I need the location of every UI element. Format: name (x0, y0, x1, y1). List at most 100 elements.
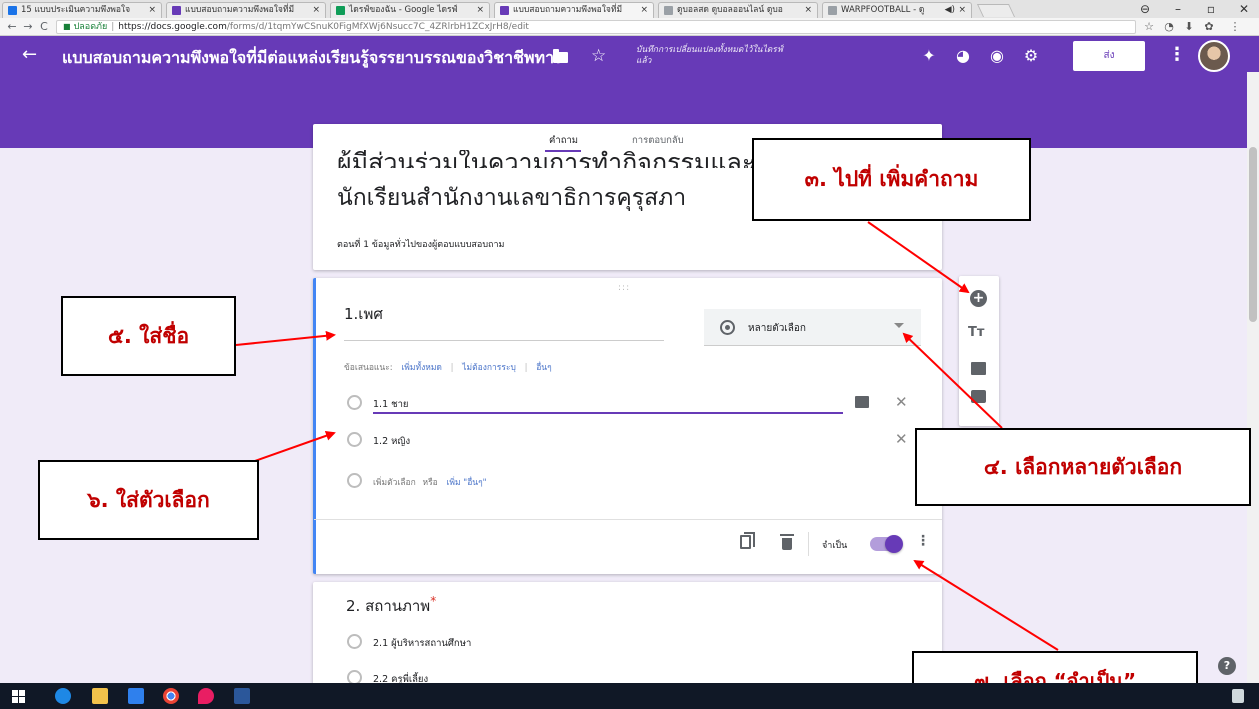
avatar[interactable] (1198, 40, 1230, 72)
page-scrollbar[interactable] (1247, 72, 1259, 683)
close-icon[interactable]: × (148, 3, 156, 18)
suggest-separator: | (450, 363, 454, 373)
close-window-button[interactable]: ✕ (1229, 0, 1259, 18)
maximize-button[interactable]: ▫ (1196, 0, 1226, 18)
windows-start-icon[interactable] (12, 690, 25, 703)
suggest-prefer-not-link[interactable]: ไม่ต้องการระบุ (462, 363, 516, 373)
remove-option-icon[interactable]: ✕ (895, 432, 908, 447)
star-icon[interactable]: ☆ (591, 46, 606, 66)
suggest-other-link[interactable]: อื่นๆ (536, 363, 551, 373)
chevron-down-icon (894, 323, 904, 328)
notification-icon[interactable] (1232, 689, 1244, 703)
addons-icon[interactable]: ✦ (918, 46, 940, 66)
forward-icon[interactable]: → (20, 18, 36, 36)
add-other-link[interactable]: เพิ่ม "อื่นๆ" (446, 478, 486, 488)
question-2-title[interactable]: 2. สถานภาพ* (346, 594, 436, 618)
suggestions-row: ข้อเสนอแนะ: เพิ่มทั้งหมด | ไม่ต้องการระบ… (344, 360, 552, 374)
edge-icon[interactable] (55, 688, 71, 704)
preview-eye-icon[interactable]: ◉ (986, 46, 1008, 66)
tab-responses[interactable]: การตอบกลับ (632, 133, 684, 148)
profile-icon[interactable]: ⊖ (1130, 0, 1160, 18)
drag-handle-icon[interactable]: ::: (618, 283, 630, 293)
more-options-icon[interactable]: ⋮ (1168, 45, 1186, 65)
minimize-button[interactable]: – (1163, 0, 1193, 18)
image-icon[interactable] (855, 396, 869, 408)
url-separator: | (111, 22, 115, 32)
add-question-icon[interactable]: + (970, 290, 987, 307)
add-image-icon[interactable] (971, 362, 986, 375)
maps-pin-icon[interactable] (198, 688, 214, 704)
bookmark-star-icon[interactable]: ☆ (1140, 18, 1158, 36)
address-bar: ← → C ■ ปลอดภัย | https://docs.google.com/f… (0, 18, 1259, 36)
tab-questions[interactable]: คำถาม (549, 133, 578, 148)
add-video-icon[interactable] (971, 390, 986, 403)
close-icon[interactable]: × (640, 3, 648, 18)
callout-step6: ๖. ใส่ตัวเลือก (38, 460, 259, 540)
option-input-2[interactable]: 1.2 หญิง (373, 434, 410, 449)
browser-tab-6[interactable]: WARPFOOTBALL - ดู ◀) × (822, 2, 972, 18)
browser-tab-5[interactable]: ดูบอลสด ดูบอลออนไลน์ ดูบอ × (658, 2, 818, 18)
duplicate-icon[interactable] (740, 532, 755, 549)
section-description[interactable]: ตอนที่ 1 ข้อมูลทั่วไปของผู้ตอบแบบสอบถาม (337, 237, 504, 251)
question-title-underline (344, 340, 664, 341)
tab-label: แบบสอบถามความพึงพอใจที่มี (185, 5, 295, 15)
callout-step3: ๓. ไปที่ เพิ่มคำถาม (752, 138, 1031, 221)
browser-menu-icon[interactable]: ⋮ (1226, 18, 1244, 36)
mute-icon[interactable]: ◀) (945, 3, 955, 18)
settings-gear-icon[interactable]: ⚙ (1020, 46, 1042, 66)
suggestions-label: ข้อเสนอแนะ: (344, 363, 393, 373)
browser-tab-3[interactable]: ไดรฟ์ของฉัน - Google ไดรฟ์ × (330, 2, 490, 18)
drive-icon (336, 6, 345, 15)
required-asterisk: * (430, 594, 437, 608)
help-icon[interactable]: ? (1218, 657, 1236, 675)
add-option-link[interactable]: เพิ่มตัวเลือก (373, 478, 416, 488)
suggest-add-all-link[interactable]: เพิ่มทั้งหมด (401, 363, 442, 373)
footer-divider (808, 532, 809, 556)
remove-option-icon[interactable]: ✕ (895, 395, 908, 410)
new-tab-button[interactable] (976, 4, 1016, 17)
extension-icon[interactable]: ◔ (1160, 18, 1178, 36)
url-input[interactable]: ■ ปลอดภัย | https://docs.google.com/forms/d… (56, 20, 1136, 34)
form-name[interactable]: แบบสอบถามความพึงพอใจที่มีต่อแหล่งเรียนรู… (62, 48, 562, 68)
option-input-focus-line (373, 412, 843, 414)
question-title-input[interactable]: 1.เพศ (344, 302, 383, 326)
trash-icon[interactable] (780, 534, 794, 550)
secure-label: ปลอดภัย (73, 22, 108, 32)
page-icon (828, 6, 837, 15)
tab-label: ไดรฟ์ของฉัน - Google ไดรฟ์ (349, 5, 458, 15)
store-icon[interactable] (128, 688, 144, 704)
browser-tab-4[interactable]: แบบสอบถามความพึงพอใจที่มี × (494, 2, 654, 18)
file-explorer-icon[interactable] (92, 688, 108, 704)
page-icon (664, 6, 673, 15)
question-type-dropdown[interactable]: หลายตัวเลือก (704, 309, 921, 346)
tab-label: ดูบอลสด ดูบอลออนไลน์ ดูบอ (677, 5, 783, 15)
send-button[interactable]: ส่ง (1073, 41, 1145, 71)
saved-status: บันทึกการเปลี่ยนแปลงทั้งหมดไว้ในไดรฟ์แล้… (636, 45, 783, 66)
close-icon[interactable]: × (312, 3, 320, 18)
question-type-label: หลายตัวเลือก (748, 323, 806, 334)
required-label: จำเป็น (822, 541, 848, 551)
reload-icon[interactable]: C (36, 18, 52, 36)
back-icon[interactable]: ← (4, 18, 20, 36)
close-icon[interactable]: × (804, 3, 812, 18)
back-arrow-icon[interactable]: ← (22, 46, 37, 64)
add-title-icon[interactable]: Tт (968, 325, 984, 340)
option-input-1[interactable]: 1.1 ชาย (373, 397, 408, 412)
close-icon[interactable]: × (476, 3, 484, 18)
browser-tab-1[interactable]: 15 แบบประเมินความพึงพอใจ × (2, 2, 162, 18)
extension-icon[interactable]: ✿ (1200, 18, 1218, 36)
callout-step5: ๕. ใส่ชื่อ (61, 296, 236, 376)
chrome-icon[interactable] (163, 688, 179, 704)
word-icon[interactable] (234, 688, 250, 704)
form-title-line-2[interactable]: นักเรียนสำนักงานเลขาธิการคุรุสภา (337, 183, 686, 213)
question-2-title-text: 2. สถานภาพ (346, 597, 431, 615)
folder-icon[interactable] (553, 49, 568, 63)
url-host: https://docs.google.com (118, 22, 227, 32)
required-toggle[interactable] (870, 535, 903, 553)
palette-icon[interactable]: ◕ (952, 46, 974, 66)
browser-tab-2[interactable]: แบบสอบถามความพึงพอใจที่มี × (166, 2, 326, 18)
more-options-icon[interactable]: ⋮ (916, 534, 930, 548)
scrollbar-thumb[interactable] (1249, 147, 1257, 322)
download-icon[interactable]: ⬇ (1180, 18, 1198, 36)
close-icon[interactable]: × (958, 3, 966, 18)
